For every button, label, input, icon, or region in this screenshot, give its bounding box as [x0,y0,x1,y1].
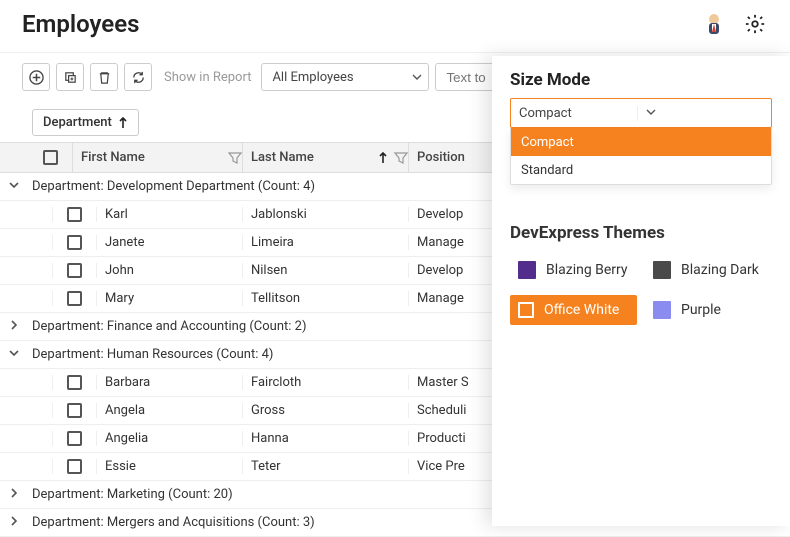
theme-item[interactable]: Blazing Dark [645,255,772,285]
cell-first-name: Karl [96,207,242,222]
page-title: Employees [22,10,700,38]
size-option[interactable]: Compact [511,128,771,156]
swatch-icon [653,261,671,279]
filter-icon[interactable] [394,151,408,165]
select-all-checkbox[interactable] [43,150,58,165]
row-checkbox-cell[interactable] [52,431,96,446]
swatch-icon [518,261,536,279]
sort-asc-icon [378,152,388,164]
chevron-icon[interactable] [0,487,28,503]
filter-dropdown[interactable]: All Employees [261,63,429,91]
group-label: Department: Development Department (Coun… [28,179,315,194]
swatch-icon [653,301,671,319]
chevron-icon[interactable] [0,347,28,363]
cell-last-name: Teter [242,459,408,474]
cell-last-name: Hanna [242,431,408,446]
avatar[interactable] [700,10,728,38]
group-label: Department: Mergers and Acquisitions (Co… [28,515,315,530]
row-checkbox[interactable] [67,375,82,390]
filter-value: All Employees [272,70,412,85]
row-checkbox[interactable] [67,263,82,278]
settings-panel: Size Mode Compact CompactStandard DevExp… [492,56,790,526]
cell-last-name: Nilsen [242,263,408,278]
row-checkbox[interactable] [67,431,82,446]
chevron-icon[interactable] [0,179,28,195]
cell-last-name: Gross [242,403,408,418]
select-all-cell[interactable] [28,150,72,165]
row-checkbox[interactable] [67,207,82,222]
size-mode-options: CompactStandard [510,128,772,185]
theme-item[interactable]: Purple [645,295,772,325]
cell-first-name: Janete [96,235,242,250]
cell-first-name: Angela [96,403,242,418]
cell-last-name: Limeira [242,235,408,250]
chevron-icon[interactable] [0,515,28,531]
chevron-down-icon [412,72,422,82]
row-checkbox[interactable] [67,291,82,306]
header-last-name[interactable]: Last Name [242,143,408,172]
report-label: Show in Report [158,70,255,85]
cell-first-name: Essie [96,459,242,474]
theme-item[interactable]: Office White [510,295,637,325]
cell-first-name: John [96,263,242,278]
group-chip-label: Department [43,115,112,130]
swatch-icon [518,302,534,318]
row-checkbox[interactable] [67,459,82,474]
cell-first-name: Mary [96,291,242,306]
group-label: Department: Marketing (Count: 20) [28,487,233,502]
theme-label: Office White [544,302,619,318]
size-mode-value: Compact [519,106,637,121]
cell-last-name: Jablonski [242,207,408,222]
size-mode-dropdown[interactable]: Compact [510,98,772,128]
theme-label: Blazing Berry [546,262,628,278]
cell-first-name: Angelia [96,431,242,446]
theme-item[interactable]: Blazing Berry [510,255,637,285]
add-button[interactable] [22,63,50,91]
row-checkbox-cell[interactable] [52,403,96,418]
row-checkbox-cell[interactable] [52,375,96,390]
refresh-button[interactable] [124,63,152,91]
chevron-down-icon [637,106,764,121]
theme-label: Purple [681,302,721,318]
row-checkbox-cell[interactable] [52,459,96,474]
group-chip[interactable]: Department [32,109,139,136]
themes-heading: DevExpress Themes [510,223,772,243]
filter-icon[interactable] [228,151,242,165]
header-first-name[interactable]: First Name [72,143,242,172]
cell-last-name: Tellitson [242,291,408,306]
sort-asc-icon [118,117,128,129]
group-label: Department: Finance and Accounting (Coun… [28,319,306,334]
cell-first-name: Barbara [96,375,242,390]
size-mode-heading: Size Mode [510,70,772,90]
row-checkbox-cell[interactable] [52,207,96,222]
row-checkbox[interactable] [67,403,82,418]
clone-button[interactable] [56,63,84,91]
size-option[interactable]: Standard [511,156,771,184]
theme-label: Blazing Dark [681,262,759,278]
settings-button[interactable] [742,11,768,37]
theme-grid: Blazing Berry Blazing Dark Office White Pur… [510,255,772,325]
row-checkbox-cell[interactable] [52,235,96,250]
page-header: Employees [0,0,790,53]
row-checkbox-cell[interactable] [52,291,96,306]
cell-last-name: Faircloth [242,375,408,390]
group-label: Department: Human Resources (Count: 4) [28,347,273,362]
delete-button[interactable] [90,63,118,91]
chevron-icon[interactable] [0,319,28,335]
row-checkbox[interactable] [67,235,82,250]
row-checkbox-cell[interactable] [52,263,96,278]
